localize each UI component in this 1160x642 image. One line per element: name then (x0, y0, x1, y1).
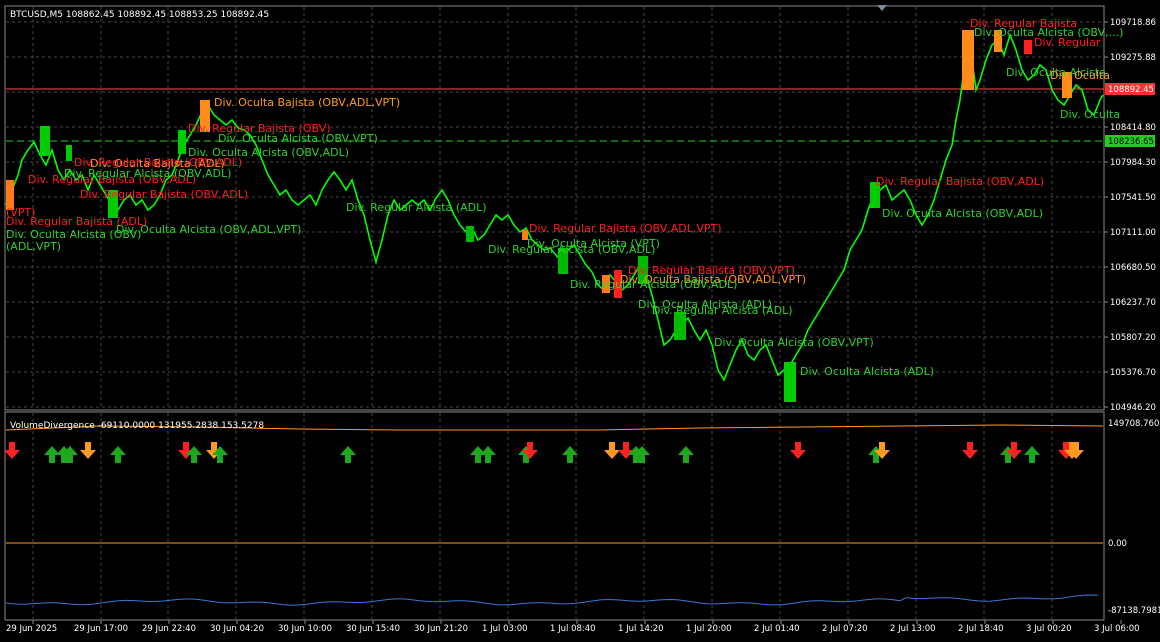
divergence-label: Div. Regular Bajista (OBV,ADL) (80, 188, 248, 201)
arrow-up-icon (678, 446, 694, 463)
indicator-level-label: 149708.7609 (1108, 419, 1160, 429)
time-axis-label: 30 Jun 21:20 (414, 624, 468, 634)
lower-indicator-line (5, 594, 1099, 606)
divergence-label: Div. Regular (1034, 36, 1101, 49)
arrow-up-icon (340, 446, 356, 463)
price-axis-label: 108414.80 (1110, 123, 1156, 133)
arrow-down-icon (4, 442, 20, 459)
divergence-label: Div. Regular Bajista (OBV,ADL) (876, 175, 1044, 188)
divergence-label: Div. Regular Alcista (ADL) (652, 304, 793, 317)
time-axis-label: 1 Jul 08:40 (550, 624, 596, 634)
time-axis-label: 3 Jul 00:20 (1026, 624, 1072, 634)
price-axis-label: 106680.50 (1110, 263, 1156, 273)
price-axis-label: 107984.30 (1110, 158, 1156, 168)
price-axis-label: 107541.50 (1110, 193, 1156, 203)
arrow-up-icon (1024, 446, 1040, 463)
chart-shift-marker-icon[interactable] (877, 5, 887, 11)
time-axis-label: 2 Jul 07:20 (822, 624, 868, 634)
divergence-label: Div. Regular Alcista (OBV,ADL) (570, 278, 737, 291)
time-axis-label: 2 Jul 18:40 (958, 624, 1004, 634)
divergence-label: (VPT) (6, 206, 35, 219)
symbol-header: BTCUSD,M5 108862.45 108892.45 108853.25 … (10, 10, 269, 20)
current-price-label: 108892.45 (1108, 85, 1154, 95)
divergence-label: Div. Oculta Alcista (OBV,VPT) (218, 132, 378, 145)
divergence-label: Div. Regular Alcista (OBV,ADL) (488, 243, 655, 256)
arrow-up-icon (480, 446, 496, 463)
divergence-label: Div. Regular Bajista (OBV,ADL,VPT) (529, 222, 722, 235)
divergence-label: Div. Oculta Bajista (OBV,ADL,VPT) (214, 96, 400, 109)
indicator-level-label: -87138.7981 (1108, 606, 1160, 616)
price-axis-label: 107111.00 (1110, 228, 1156, 238)
time-axis-label: 1 Jul 20:00 (686, 624, 732, 634)
signal-candle (962, 30, 974, 90)
divergence-arrows (4, 442, 1084, 463)
divergence-label: (ADL,VPT) (6, 240, 61, 253)
time-axis-label: 29 Jun 17:00 (74, 624, 128, 634)
trading-chart-window: Div. Oculta Bajista (OBV,ADL,VPT) Div. Re… (0, 0, 1160, 638)
arrow-down-icon (790, 442, 806, 459)
divergence-label: Div. Oculta Alcista (ADL) (800, 365, 934, 378)
divergence-label: Div. Regular Alcista (OBV,ADL) (64, 167, 231, 180)
grid (6, 7, 1103, 619)
indicator-level-label: 0.00 (1108, 539, 1127, 549)
time-axis-label: 30 Jun 10:00 (278, 624, 332, 634)
divergence-label: Div. Oculta (1060, 108, 1120, 121)
time-axis-label: 2 Jul 13:00 (890, 624, 936, 634)
price-axis-label: 109275.88 (1110, 53, 1156, 63)
signal-candle (178, 130, 186, 154)
indicator-header: VolumeDivergence -69110.0000 131955.2838… (10, 421, 264, 431)
signal-candle (1024, 40, 1032, 54)
arrow-down-icon (618, 442, 634, 459)
chart-canvas[interactable]: Div. Oculta Bajista (OBV,ADL,VPT) Div. Re… (0, 0, 1160, 638)
price-axis-label: 109718.86 (1110, 18, 1156, 28)
arrow-up-icon (110, 446, 126, 463)
arrow-up-icon (562, 446, 578, 463)
arrow-down-icon (80, 442, 96, 459)
signal-candle (466, 226, 474, 242)
indicator-frame (4, 411, 1105, 621)
price-axis-label: 105376.70 (1110, 368, 1156, 378)
time-axis-label: 30 Jun 15:40 (346, 624, 400, 634)
divergence-label: Div. Oculta (1050, 69, 1110, 82)
arrow-down-icon (962, 442, 978, 459)
divergence-label: Div. Oculta Alcista (OBV,ADL,VPT) (116, 223, 301, 236)
time-axis-label: 29 Jun 2025 (6, 624, 57, 634)
time-axis-label: 1 Jul 14:20 (618, 624, 664, 634)
divergence-label: Div. Oculta Alcista (OBV,VPT) (714, 336, 874, 349)
time-axis-label: 30 Jun 04:20 (210, 624, 264, 634)
signal-candle (40, 126, 50, 156)
divergence-label: Div. Oculta Alcista (OBV,ADL) (882, 207, 1043, 220)
price-axis-label: 106237.70 (1110, 298, 1156, 308)
time-axis-label: 29 Jun 22:40 (142, 624, 196, 634)
axis-labels: 109718.86 109275.88 108414.80 107984.30 1075… (6, 18, 1160, 634)
time-axis-label: 2 Jul 01:40 (754, 624, 800, 634)
indicator-series (5, 424, 1104, 606)
time-axis-label: 3 Jul 06:00 (1094, 624, 1140, 634)
divergence-label: Div. Regular Alcista (ADL) (346, 201, 487, 214)
arrow-down-icon (604, 442, 620, 459)
price-axis-label: 105807.20 (1110, 333, 1156, 343)
level-label: 108236.65 (1108, 137, 1154, 147)
price-axis-label: 104946.20 (1110, 403, 1156, 413)
signal-candle (784, 362, 796, 402)
time-axis-label: 1 Jul 03:00 (482, 624, 528, 634)
signal-candle (66, 145, 72, 161)
